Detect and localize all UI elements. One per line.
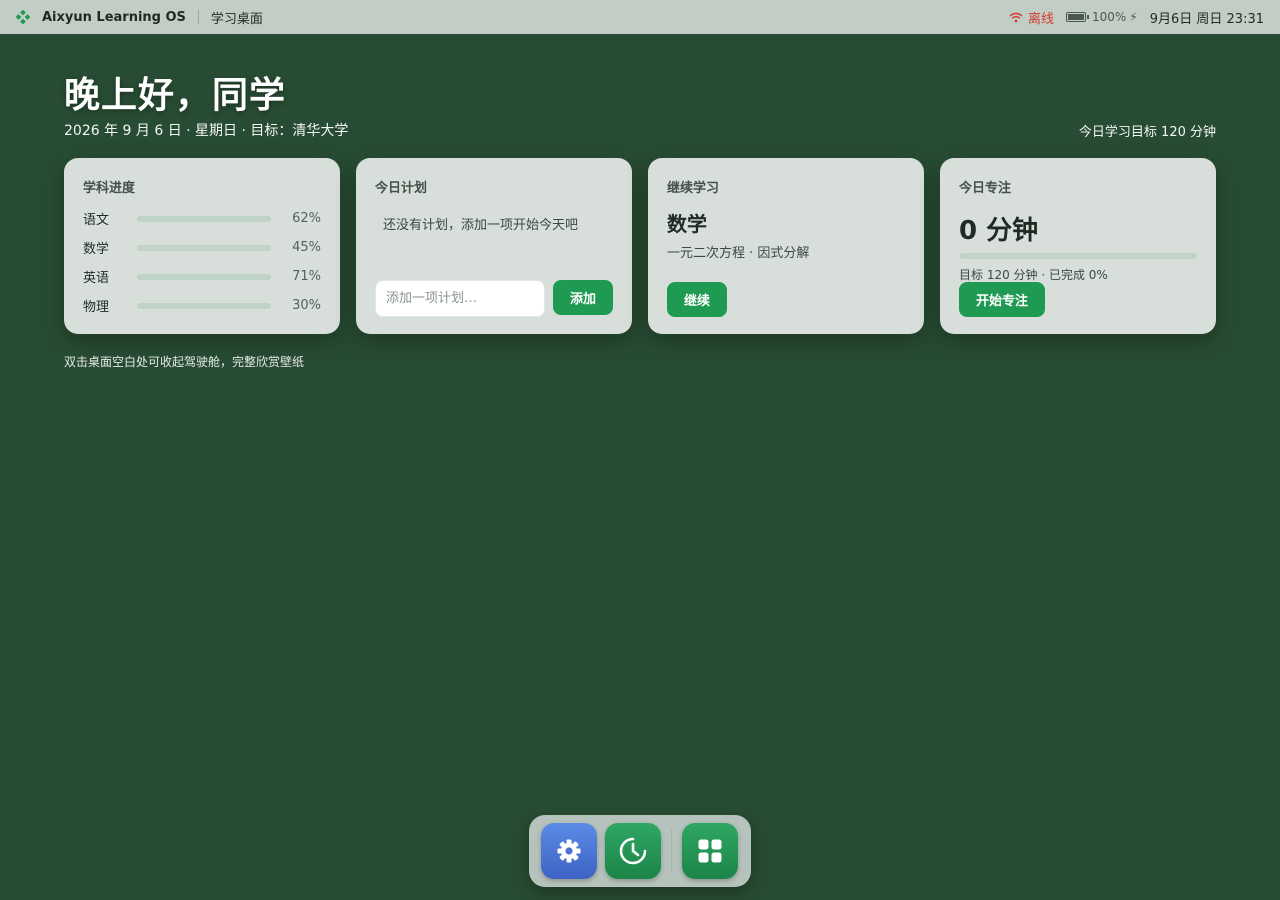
wifi-off-icon [1009, 12, 1023, 22]
gear-icon [557, 839, 581, 863]
network-status[interactable]: 离线 [1009, 8, 1054, 27]
battery-status[interactable]: 100% ⚡ [1065, 10, 1138, 24]
greeting-title: 晚上好，同学 [64, 75, 287, 116]
progress-bar [137, 244, 271, 251]
daily-goal: 今日学习目标 120 分钟 [1078, 125, 1216, 140]
desktop-hint: 双击桌面空白处可收起驾驶舱，完整欣赏壁纸 [64, 355, 305, 369]
continue-learning-card: 继续学习 数学 一元二次方程 · 因式分解 继续 [648, 158, 924, 334]
progress-fill [137, 244, 198, 251]
status-area: 离线 100% ⚡ 9月6日 周日 23:31 [1009, 8, 1264, 27]
clock-icon [619, 837, 647, 865]
progress-bar [137, 302, 271, 309]
focus-progress-bar [959, 253, 1197, 259]
battery-icon [1065, 12, 1089, 22]
app-logo-icon [16, 10, 30, 24]
subject-progress-list: 语文 62% 数学 45% 英语 71% 物理 30% [83, 204, 321, 320]
card-title: 今日计划 [375, 181, 428, 196]
grid-icon [698, 839, 722, 863]
subject-name: 数学 [83, 242, 110, 257]
title-divider [197, 10, 199, 24]
date-goal-line: 2026 年 9 月 6 日 · 星期日 · 目标：清华大学 [64, 123, 349, 139]
card-title: 今日专注 [959, 181, 1012, 196]
start-focus-button[interactable]: 开始专注 [959, 282, 1045, 317]
progress-percent: 62% [292, 211, 321, 226]
subject-progress-card: 学科进度 语文 62% 数学 45% 英语 71% 物理 30% [64, 158, 340, 334]
dock-apps-button[interactable] [682, 823, 738, 879]
top-bar-left: Aixyun Learning OS 学习桌面 [16, 8, 263, 27]
progress-fill [137, 302, 178, 309]
progress-percent: 45% [292, 240, 321, 255]
network-status-label: 离线 [1027, 11, 1054, 27]
continue-subject: 数学 [667, 212, 707, 236]
charging-icon: ⚡ [1129, 10, 1138, 24]
focus-minutes: 0 分钟 [959, 216, 1039, 246]
subject-row[interactable]: 英语 71% [83, 262, 321, 291]
plan-input[interactable] [375, 280, 545, 317]
add-plan-button[interactable]: 添加 [553, 280, 613, 315]
subject-row[interactable]: 数学 45% [83, 233, 321, 262]
subject-name: 物理 [83, 300, 110, 315]
today-focus-card: 今日专注 0 分钟 目标 120 分钟 · 已完成 0% 开始专注 [940, 158, 1216, 334]
progress-bar [137, 215, 271, 222]
plan-empty-text: 还没有计划，添加一项开始今天吧 [383, 218, 579, 233]
progress-percent: 30% [292, 298, 321, 313]
dashboard-cards: 学科进度 语文 62% 数学 45% 英语 71% 物理 30% 今日计划 还没… [64, 158, 1216, 334]
card-title: 学科进度 [83, 181, 136, 196]
dock [529, 815, 751, 887]
app-name[interactable]: Aixyun Learning OS [42, 10, 186, 25]
dock-separator [671, 828, 672, 874]
subject-name: 语文 [83, 213, 110, 228]
today-plan-card: 今日计划 还没有计划，添加一项开始今天吧 添加 [356, 158, 632, 334]
progress-fill [137, 215, 221, 222]
continue-topic: 一元二次方程 · 因式分解 [667, 246, 810, 261]
progress-fill [137, 273, 233, 280]
breadcrumb: 学习桌面 [210, 11, 263, 27]
card-title: 继续学习 [667, 181, 720, 196]
battery-percent: 100% [1091, 10, 1127, 24]
continue-button[interactable]: 继续 [667, 282, 727, 317]
subject-row[interactable]: 语文 62% [83, 204, 321, 233]
progress-percent: 71% [292, 269, 321, 284]
dock-focus-clock-button[interactable] [605, 823, 661, 879]
clock[interactable]: 9月6日 周日 23:31 [1150, 8, 1264, 27]
subject-name: 英语 [83, 271, 110, 286]
subject-row[interactable]: 物理 30% [83, 291, 321, 320]
focus-meta: 目标 120 分钟 · 已完成 0% [959, 268, 1108, 282]
dock-settings-button[interactable] [541, 823, 597, 879]
progress-bar [137, 273, 271, 280]
top-bar: Aixyun Learning OS 学习桌面 离线 100% ⚡ 9月6日 周… [0, 0, 1280, 34]
